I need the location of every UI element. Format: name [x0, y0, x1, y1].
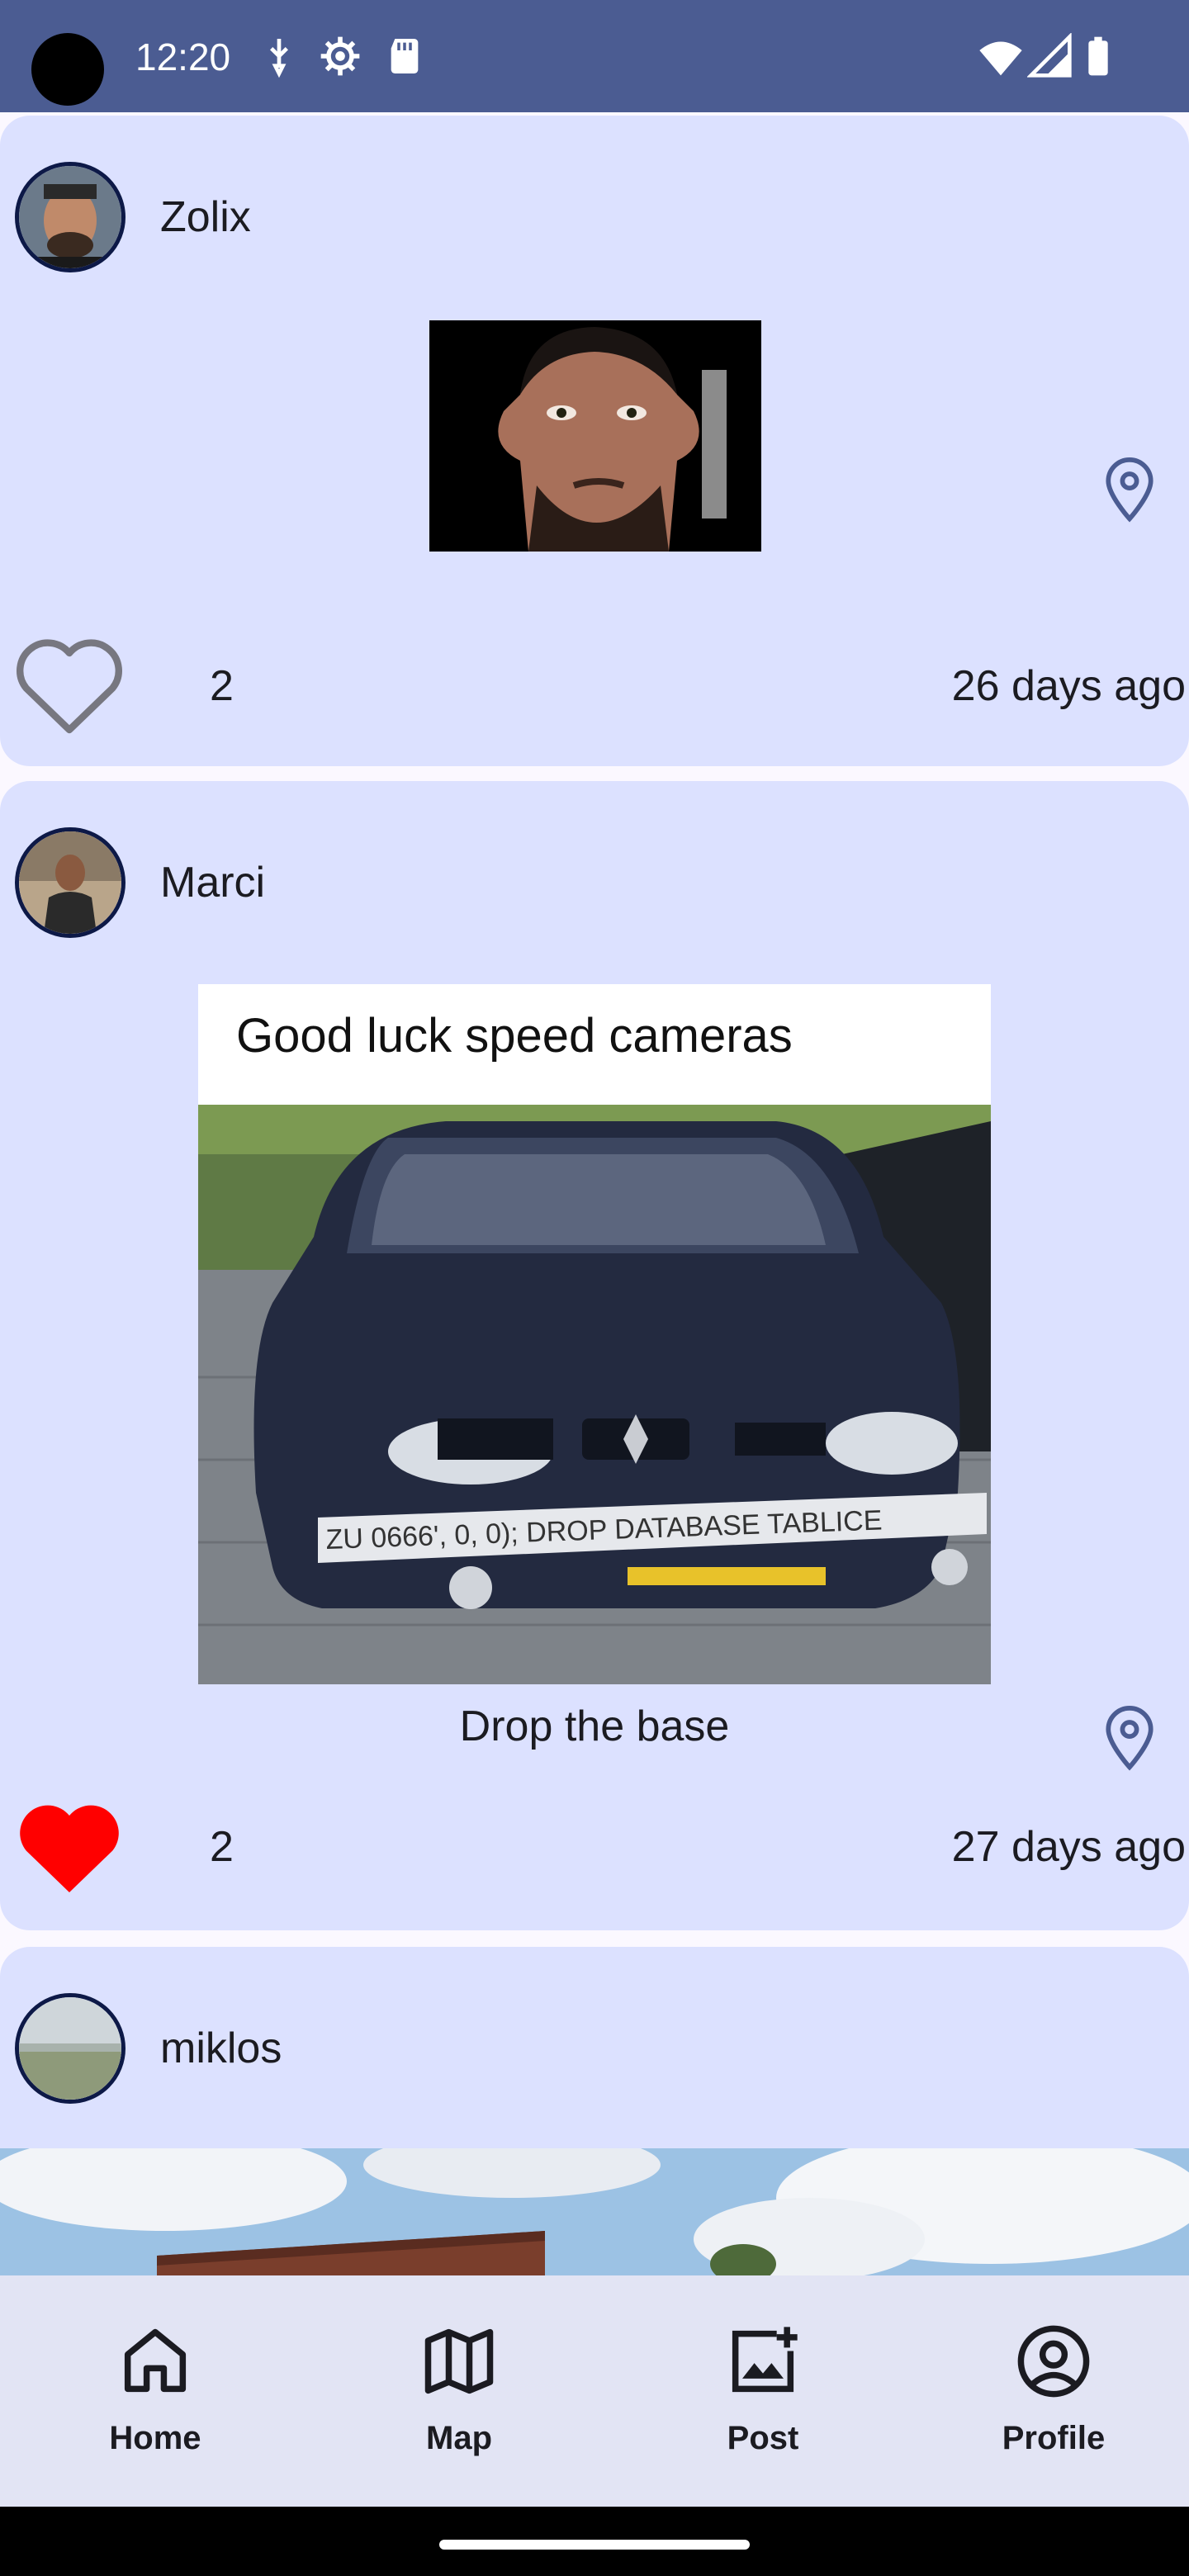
avatar[interactable]	[15, 1993, 126, 2104]
nav-label-profile: Profile	[1002, 2420, 1106, 2456]
settings-gear-icon	[320, 36, 360, 76]
post-username[interactable]: Zolix	[160, 188, 251, 246]
nav-item-post[interactable]: Post	[614, 2275, 912, 2507]
post-username[interactable]: miklos	[160, 2020, 282, 2077]
like-count: 2	[210, 1823, 234, 1871]
post-caption: Drop the base	[459, 1702, 730, 1750]
battery-icon	[1088, 36, 1108, 76]
post-card: miklos	[0, 1947, 1189, 2275]
home-icon	[124, 2328, 187, 2393]
location-pin-icon[interactable]	[1100, 457, 1159, 523]
nav-item-map[interactable]: Map	[310, 2275, 608, 2507]
system-gesture-bar	[0, 2507, 1189, 2576]
like-heart-icon[interactable]	[10, 631, 129, 740]
profile-icon	[1017, 2325, 1090, 2398]
nav-label-map: Map	[426, 2420, 492, 2456]
camera-cutout	[31, 33, 104, 106]
status-time: 12:20	[135, 36, 231, 78]
nav-item-profile[interactable]: Profile	[905, 2275, 1189, 2507]
post-image[interactable]: Good luck speed cameras ZU 0666', 0, 0);	[198, 984, 991, 1684]
post-card: Marci Good luck speed cameras ZU 0666', …	[0, 781, 1189, 1930]
nav-label-post: Post	[727, 2420, 799, 2456]
post-image[interactable]	[0, 2148, 1189, 2275]
sd-card-icon	[391, 39, 419, 73]
post-card: Zolix 2 26 days ago	[0, 116, 1189, 766]
post-time: 26 days ago	[951, 662, 1186, 710]
post-username[interactable]: Marci	[160, 854, 265, 912]
status-bar: 12:20	[0, 0, 1189, 112]
post-time: 27 days ago	[951, 1823, 1186, 1871]
post-feed[interactable]: Zolix 2 26 days ago Marci Good luck spee…	[0, 112, 1189, 2275]
home-gesture-handle[interactable]	[439, 2540, 750, 2550]
nav-label-home: Home	[109, 2420, 201, 2456]
nav-item-home[interactable]: Home	[7, 2275, 304, 2507]
map-icon	[424, 2328, 494, 2394]
cellular-signal-icon	[1027, 33, 1072, 78]
like-heart-filled-icon[interactable]	[10, 1793, 129, 1902]
bottom-navigation: Home Map Post Profile	[0, 2275, 1189, 2507]
usb-debug-icon	[270, 39, 288, 78]
avatar[interactable]	[15, 162, 126, 272]
like-count: 2	[210, 662, 234, 710]
meme-text: Good luck speed cameras	[236, 1009, 793, 1063]
add-photo-icon	[732, 2327, 798, 2393]
post-image[interactable]	[429, 320, 761, 552]
wifi-icon	[979, 41, 1022, 76]
avatar[interactable]	[15, 827, 126, 938]
